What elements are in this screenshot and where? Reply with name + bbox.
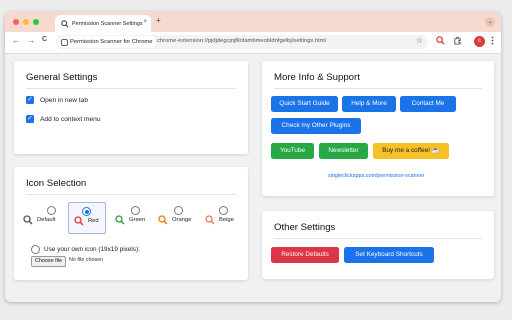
icon-option-custom[interactable]: Use your own icon (19x19 pixels): bbox=[31, 245, 231, 255]
other-settings-title: Other Settings bbox=[274, 222, 336, 233]
option-label: Open in new tab bbox=[40, 96, 89, 104]
help-button[interactable]: Help & More bbox=[342, 96, 396, 112]
contact-button[interactable]: Contact Me bbox=[400, 96, 456, 112]
magnifier-orange-icon bbox=[158, 215, 168, 225]
close-window-icon[interactable] bbox=[13, 19, 19, 25]
magnifier-green-icon bbox=[115, 215, 125, 225]
browser-toolbar: ← → C Permission Scanner for Chrome chro… bbox=[5, 32, 501, 54]
extension-chip-label: Permission Scanner for Chrome bbox=[70, 39, 153, 45]
support-card: More Info & Support Quick Start Guide He… bbox=[262, 61, 494, 196]
permission-scanner-extension-icon[interactable] bbox=[436, 36, 445, 45]
extension-icon bbox=[61, 39, 68, 46]
magnifier-beige-icon bbox=[205, 215, 215, 225]
tab-search-chevron-icon[interactable]: ⌄ bbox=[485, 17, 495, 27]
tab-close-icon[interactable]: × bbox=[143, 19, 147, 25]
icon-option-default[interactable]: Default bbox=[22, 202, 62, 232]
tab-settings[interactable]: Permission Scanner Settings × bbox=[55, 15, 151, 32]
radio-beige[interactable] bbox=[219, 206, 228, 215]
icon-option-label: Green bbox=[129, 217, 146, 223]
search-icon bbox=[61, 19, 69, 28]
other-settings-card: Other Settings Restore Defaults Set Keyb… bbox=[262, 211, 494, 279]
no-file-text: No file chosen bbox=[69, 257, 104, 263]
radio-orange[interactable] bbox=[174, 206, 183, 215]
tab-title: Permission Scanner Settings bbox=[72, 20, 143, 27]
option-add-to-context-menu[interactable]: ✓ Add to context menu bbox=[26, 115, 100, 123]
maximize-window-icon[interactable] bbox=[33, 19, 39, 25]
quick-start-button[interactable]: Quick Start Guide bbox=[271, 96, 338, 112]
divider bbox=[274, 88, 482, 89]
forward-arrow-icon[interactable]: → bbox=[27, 36, 35, 45]
address-bar[interactable]: Permission Scanner for Chrome chrome-ext… bbox=[56, 35, 428, 49]
icon-option-label: Beige bbox=[219, 217, 234, 223]
radio-green[interactable] bbox=[131, 206, 140, 215]
radio-custom[interactable] bbox=[31, 245, 40, 254]
magnifier-red-icon bbox=[74, 216, 84, 226]
magnifier-default-icon bbox=[23, 215, 33, 225]
option-open-in-new-tab[interactable]: ✓ Open in new tab bbox=[26, 96, 88, 104]
icon-option-label: Default bbox=[37, 217, 56, 223]
checkbox-open-in-new-tab[interactable]: ✓ bbox=[26, 96, 34, 104]
settings-page: General Settings ✓ Open in new tab ✓ Add… bbox=[5, 54, 501, 302]
website-link[interactable]: singleclickapps.com/permission-scanner bbox=[328, 173, 424, 179]
option-label: Add to context menu bbox=[40, 115, 101, 123]
icon-option-beige[interactable]: Beige bbox=[204, 202, 242, 232]
divider bbox=[274, 238, 482, 239]
back-arrow-icon[interactable]: ← bbox=[12, 36, 20, 45]
icon-option-label: Orange bbox=[172, 217, 192, 223]
custom-icon-label: Use your own icon (19x19 pixels): bbox=[44, 246, 140, 253]
newsletter-button[interactable]: Newsletter bbox=[319, 143, 368, 159]
keyboard-shortcuts-button[interactable]: Set Keyboard Shortcuts bbox=[344, 247, 434, 263]
bookmark-star-icon[interactable]: ☆ bbox=[416, 36, 423, 45]
other-plugins-button[interactable]: Check my Other Plugins bbox=[271, 118, 361, 134]
divider bbox=[26, 88, 236, 89]
icon-option-green[interactable]: Green bbox=[114, 202, 152, 232]
restore-defaults-button[interactable]: Restore Defaults bbox=[271, 247, 339, 263]
extensions-puzzle-icon[interactable] bbox=[453, 36, 462, 45]
icon-option-red[interactable]: Red bbox=[68, 202, 106, 234]
general-settings-card: General Settings ✓ Open in new tab ✓ Add… bbox=[14, 61, 248, 154]
tab-strip: Permission Scanner Settings × + ⌄ bbox=[5, 12, 501, 32]
minimize-window-icon[interactable] bbox=[23, 19, 29, 25]
radio-red[interactable] bbox=[82, 207, 91, 216]
url-text: chrome-extension://pjdjdegcjnjfilofambme… bbox=[157, 38, 326, 44]
buy-coffee-button[interactable]: Buy me a coffee! ☕ bbox=[373, 143, 449, 159]
divider bbox=[26, 194, 236, 195]
support-title: More Info & Support bbox=[274, 72, 360, 83]
menu-kebab-icon[interactable] bbox=[491, 36, 494, 45]
reload-icon[interactable]: C bbox=[42, 36, 47, 43]
radio-default[interactable] bbox=[47, 206, 56, 215]
choose-file-button[interactable]: Choose file bbox=[31, 256, 66, 267]
icon-selection-title: Icon Selection bbox=[26, 178, 87, 189]
icon-selection-card: Icon Selection Default Red Green Orange … bbox=[14, 167, 248, 280]
new-tab-button[interactable]: + bbox=[156, 16, 161, 25]
extension-chip[interactable]: Permission Scanner for Chrome bbox=[58, 36, 157, 48]
youtube-button[interactable]: YouTube bbox=[271, 143, 314, 159]
general-settings-title: General Settings bbox=[26, 72, 98, 83]
browser-window: Permission Scanner Settings × + ⌄ ← → C … bbox=[5, 12, 501, 302]
checkbox-add-to-context-menu[interactable]: ✓ bbox=[26, 115, 34, 123]
icon-option-orange[interactable]: Orange bbox=[157, 202, 199, 232]
profile-avatar[interactable]: c bbox=[474, 36, 485, 47]
icon-option-label: Red bbox=[88, 218, 99, 224]
